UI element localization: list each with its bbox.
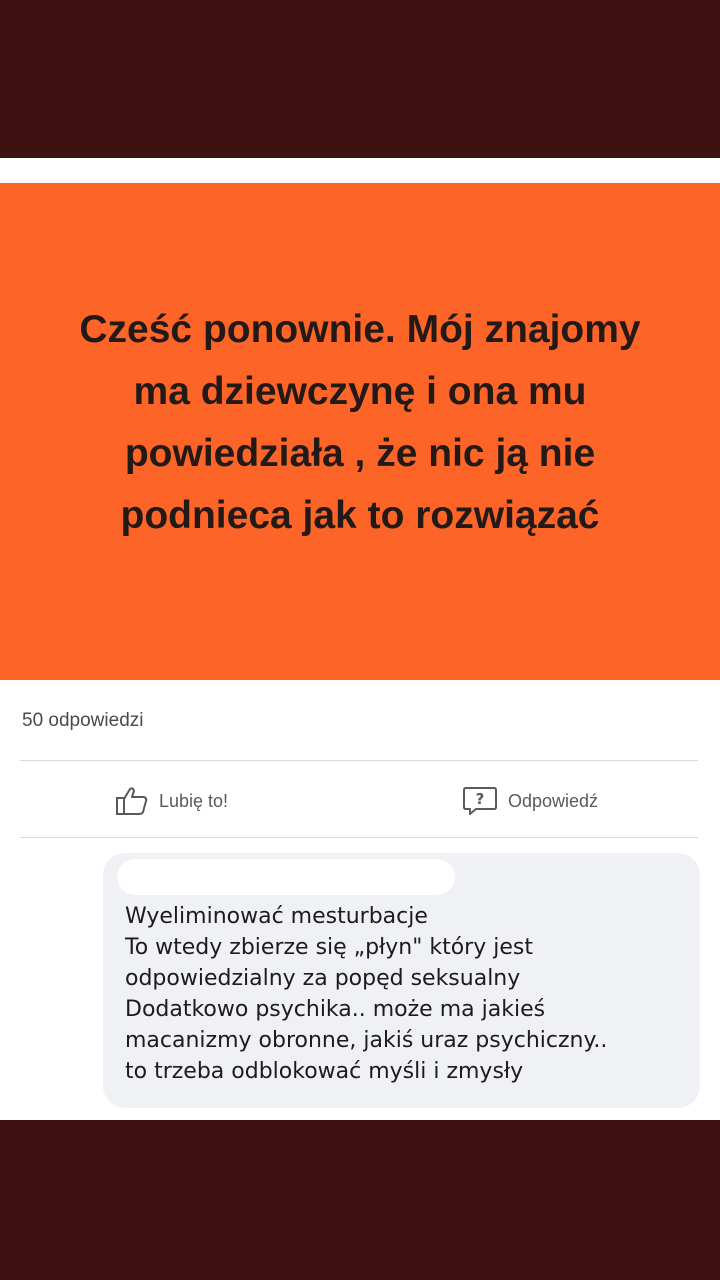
question-banner: Cześć ponownie. Mój znajomy ma dziewczyn… <box>0 183 720 680</box>
like-label: Lubię to! <box>159 790 229 811</box>
post-card: Cześć ponownie. Mój znajomy ma dziewczyn… <box>0 158 720 1120</box>
comment-line: odpowiedzialny za popęd seksualny <box>125 966 521 991</box>
like-button[interactable]: Lubię to! <box>115 786 228 816</box>
redacted-author-name <box>117 859 455 895</box>
thumbs-up-icon <box>115 786 149 816</box>
reply-button[interactable]: ? Odpowiedź <box>462 786 598 816</box>
reply-label: Odpowiedź <box>508 790 599 811</box>
comment-line: To wtedy zbierze się „płyn" który jest <box>125 935 533 960</box>
svg-text:?: ? <box>476 790 485 808</box>
comment-line: Dodatkowo psychika.. może ma jakieś <box>125 997 546 1022</box>
question-bubble-icon: ? <box>462 786 498 816</box>
comment-line: Wyeliminować mesturbacje <box>125 904 428 929</box>
answers-count[interactable]: 50 odpowiedzi <box>22 710 143 732</box>
question-text: Cześć ponownie. Mój znajomy ma dziewczyn… <box>79 307 641 537</box>
divider-top <box>20 760 698 761</box>
divider-bottom <box>20 837 698 838</box>
comment-line: to trzeba odblokować myśli i zmysły <box>125 1059 524 1084</box>
comment-text: Wyeliminować mesturbacje To wtedy zbierz… <box>125 901 695 1087</box>
comment-bubble: Wyeliminować mesturbacje To wtedy zbierz… <box>103 853 700 1108</box>
screenshot-frame: Cześć ponownie. Mój znajomy ma dziewczyn… <box>0 0 720 1280</box>
comment-line: macanizmy obronne, jakiś uraz psychiczny… <box>125 1028 608 1053</box>
